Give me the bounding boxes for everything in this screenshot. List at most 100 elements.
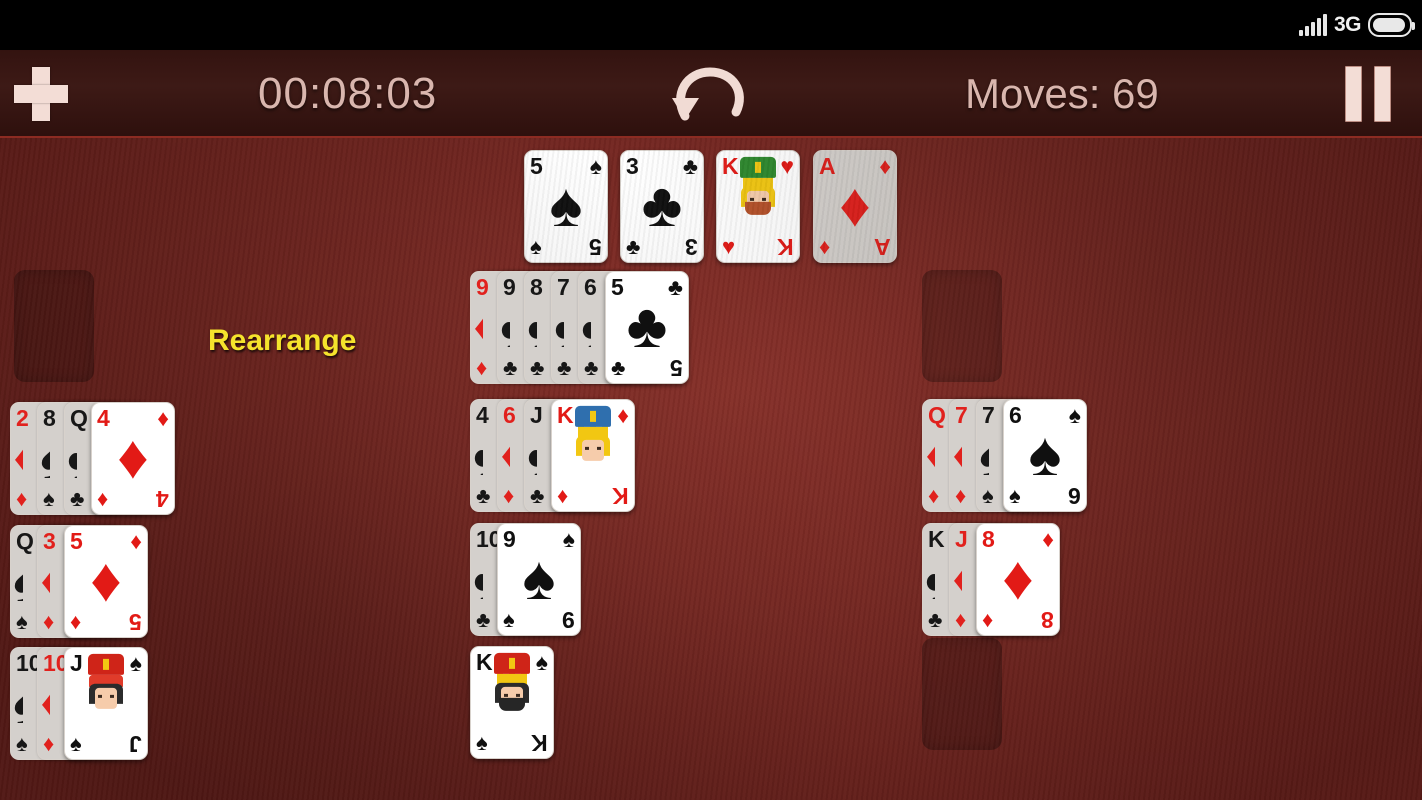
empty-slot-right-top[interactable]	[922, 270, 1002, 382]
card-rank-bottom-right: 6	[1068, 483, 1081, 509]
card-suit-bottom-left: ♦	[503, 483, 515, 508]
card-suit-bottom-left: ♠	[503, 607, 515, 632]
card-center-pip: ♠	[549, 170, 583, 240]
timer-display: 00:08:03	[258, 69, 438, 118]
card-center-pip: ♠	[13, 549, 23, 611]
card-suit-bottom-left: ♣	[611, 355, 626, 380]
undo-arrow-icon	[672, 67, 744, 121]
card-suit-bottom-left: ♦	[43, 609, 55, 634]
system-status-bar: 3G	[0, 0, 1422, 50]
card-rank-bottom-right: 9	[562, 607, 575, 633]
card-rank-top-left: J	[70, 650, 83, 676]
empty-slot-right-bottom[interactable]	[922, 638, 1002, 750]
card-center-pip: ♣	[641, 170, 683, 240]
stacked-card-top[interactable]: K ♠ ♠ K	[470, 646, 554, 759]
card-table[interactable]: Rearrange 5♠♠5♠3♣♣3♣K♥♥KA♦♦A♦ 9♦♦9♣♣8♣♣7…	[0, 138, 1422, 800]
stacked-card-top[interactable]: 9 ♠ ♠ 9 ♠	[497, 523, 581, 636]
card-center-pip: ♣	[925, 547, 935, 609]
card-suit-bottom-left: ♦	[955, 483, 967, 508]
foundation-card-4[interactable]: A ♦ ♦ A ♦	[813, 150, 897, 263]
card-suit-bottom-left: ♠	[982, 483, 994, 508]
card-rank-bottom-right: 4	[156, 486, 169, 512]
card-center-pip: ♠	[40, 426, 50, 488]
card-center-pip: ♦	[40, 549, 50, 611]
card-suit-bottom-left: ♠	[530, 234, 542, 259]
card-suit-bottom-left: ♦	[557, 483, 569, 508]
card-suit-top-right: ♦	[617, 402, 629, 428]
card-center-pip: ♦	[1002, 543, 1034, 613]
card-center-pip: ♦	[925, 423, 935, 485]
card-suit-bottom-left: ♦	[43, 731, 55, 756]
card-center-pip: ♣	[473, 547, 483, 609]
stacked-card-top[interactable]: J ♠ ♠ J	[64, 647, 148, 760]
pause-icon-bar-left	[1345, 66, 1362, 122]
foundation-card-3[interactable]: K ♥ ♥ K	[716, 150, 800, 263]
pile-center-1[interactable]: 9♦♦9♣♣8♣♣7♣♣6♣♣5♣♣5♣	[470, 271, 689, 384]
pile-right-2[interactable]: K♣♣J♦♦8♦♦8♦	[922, 523, 1060, 636]
card-center-pip: ♠	[13, 671, 23, 733]
card-suit-bottom-left: ♣	[584, 355, 599, 380]
pile-left-3[interactable]: 10♠♠10♦♦J♠♠J	[10, 647, 148, 760]
card-suit-bottom-left: ♣	[476, 483, 491, 508]
stacked-card-top[interactable]: 8 ♦ ♦ 8 ♦	[976, 523, 1060, 636]
card-rank-top-left: K	[476, 649, 493, 675]
card-center-pip: ♣	[473, 423, 483, 485]
card-center-pip: ♣	[67, 426, 77, 488]
card-suit-bottom-left: ♣	[503, 355, 518, 380]
card-rank-bottom-right: K	[777, 234, 794, 260]
card-center-pip: ♣	[626, 291, 668, 361]
card-center-pip: ♦	[13, 426, 23, 488]
card-suit-bottom-left: ♠	[70, 731, 82, 756]
card-suit-top-right: ♠	[535, 649, 548, 675]
card-center-pip: ♦	[90, 545, 122, 615]
card-rank-bottom-right: 5	[589, 234, 602, 260]
new-game-button[interactable]	[4, 50, 78, 138]
stacked-card-top[interactable]: 4 ♦ ♦ 4 ♦	[91, 402, 175, 515]
card-suit-bottom-left: ♣	[476, 607, 491, 632]
card-rank-bottom-right: A	[874, 234, 891, 260]
card-center-pip: ♦	[952, 547, 962, 609]
card-center-pip: ♠	[1028, 419, 1062, 489]
card-rank-bottom-right: K	[531, 730, 548, 756]
card-rank-bottom-right: 5	[129, 609, 142, 635]
card-suit-bottom-left: ♠	[43, 486, 55, 511]
signal-bars-icon	[1298, 14, 1327, 36]
stacked-card-top[interactable]: 5 ♦ ♦ 5 ♦	[64, 525, 148, 638]
card-center-pip: ♣	[500, 295, 510, 357]
court-card-figure-icon	[736, 156, 780, 233]
status-bar-indicators: 3G	[1298, 0, 1415, 50]
stacked-card-top[interactable]: 6 ♠ ♠ 6 ♠	[1003, 399, 1087, 512]
card-suit-top-right: ♠	[129, 650, 142, 676]
foundation-card-2[interactable]: 3 ♣ ♣ 3 ♣	[620, 150, 704, 263]
card-center-pip: ♣	[581, 295, 591, 357]
card-center-pip: ♦	[839, 170, 871, 240]
empty-slot-left-top[interactable]	[14, 270, 94, 382]
pile-center-2[interactable]: 4♣♣6♦♦J♣♣K♦♦K	[470, 399, 635, 512]
card-suit-top-right: ♥	[780, 153, 794, 179]
pile-left-2[interactable]: Q♠♠3♦♦5♦♦5♦	[10, 525, 148, 638]
card-center-pip: ♦	[500, 423, 510, 485]
card-suit-bottom-left: ♣	[530, 355, 545, 380]
card-suit-bottom-left: ♣	[928, 607, 943, 632]
card-suit-bottom-left: ♦	[982, 607, 994, 632]
card-suit-bottom-left: ♣	[626, 234, 641, 259]
card-center-pip: ♦	[117, 422, 149, 492]
card-center-pip: ♣	[527, 423, 537, 485]
pile-left-1[interactable]: 2♦♦8♠♠Q♣♣4♦♦4♦	[10, 402, 175, 515]
pile-center-4[interactable]: K ♠ ♠ K	[470, 646, 554, 759]
game-toolbar: 00:08:03 Moves: 69	[0, 50, 1422, 138]
pile-right-1[interactable]: Q♦♦7♦♦7♠♠6♠♠6♠	[922, 399, 1087, 512]
undo-button[interactable]	[658, 50, 762, 138]
card-center-pip: ♦	[473, 295, 483, 357]
pile-center-3[interactable]: 10♣♣9♠♠9♠	[470, 523, 581, 636]
stacked-card-top[interactable]: 5 ♣ ♣ 5 ♣	[605, 271, 689, 384]
card-suit-bottom-left: ♠	[476, 730, 488, 755]
card-center-pip: ♣	[527, 295, 537, 357]
card-suit-bottom-left: ♠	[1009, 483, 1021, 508]
foundation-card-1[interactable]: 5 ♠ ♠ 5 ♠	[524, 150, 608, 263]
card-suit-bottom-left: ♦	[819, 234, 831, 259]
stacked-card-top[interactable]: K ♦ ♦ K	[551, 399, 635, 512]
pause-button[interactable]	[1322, 50, 1414, 138]
plus-icon	[14, 67, 68, 121]
card-suit-bottom-left: ♦	[955, 607, 967, 632]
